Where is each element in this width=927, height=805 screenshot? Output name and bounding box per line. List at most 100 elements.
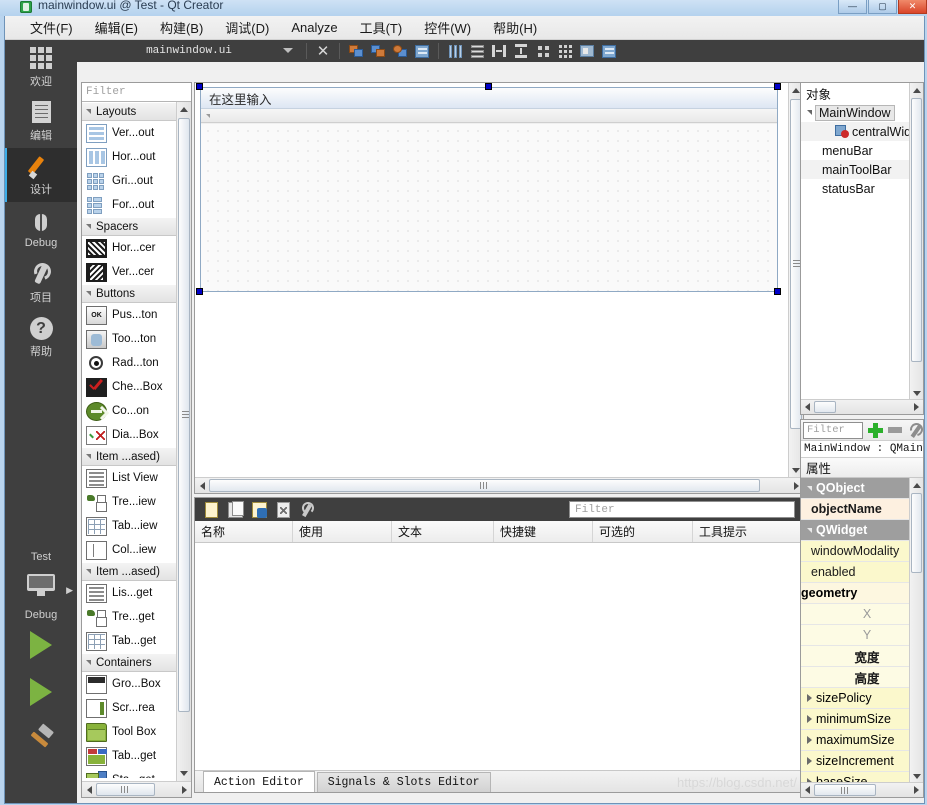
widget-item-group-box[interactable]: Gro...Box — [82, 672, 178, 696]
break-layout-button[interactable] — [576, 41, 598, 61]
widget-group-containers[interactable]: Containers — [82, 653, 178, 672]
widget-item-radio-button[interactable]: Rad...ton — [82, 351, 178, 375]
property-filter-input[interactable]: Filter — [803, 421, 864, 439]
widget-box-vertical-scrollbar[interactable] — [176, 102, 191, 781]
widget-item-list-widget[interactable]: Lis...get — [82, 581, 178, 605]
layout-vertically-button[interactable] — [466, 41, 488, 61]
widget-group-buttons[interactable]: Buttons — [82, 284, 178, 303]
mode-edit[interactable]: 编辑 — [5, 94, 77, 148]
form-menu-bar[interactable]: 在这里输入 — [201, 88, 777, 109]
object-inspector-vertical-scrollbar[interactable] — [909, 83, 923, 400]
tree-node-statusbar[interactable]: statusBar — [801, 179, 923, 198]
scrollbar-thumb[interactable] — [911, 493, 922, 573]
scroll-left-button[interactable] — [801, 786, 814, 794]
widget-item-table-view[interactable]: Tab...iew — [82, 514, 178, 538]
column-header-used[interactable]: 使用 — [293, 521, 392, 542]
action-editor-body[interactable] — [195, 543, 803, 771]
paste-action-button[interactable] — [247, 499, 271, 520]
open-file-combo[interactable]: mainwindow.ui — [77, 41, 301, 61]
tree-node-centralwidget[interactable]: centralWid — [801, 122, 923, 141]
widget-item-scroll-area[interactable]: Scr...rea — [82, 696, 178, 720]
scroll-up-button[interactable] — [910, 478, 923, 492]
property-row-x[interactable]: X — [801, 604, 923, 625]
widget-item-list-view[interactable]: List View — [82, 466, 178, 490]
tab-action-editor[interactable]: Action Editor — [203, 771, 315, 792]
widget-item-check-box[interactable]: Che...Box — [82, 375, 178, 399]
window-controls[interactable]: — ▢ ✕ — [837, 0, 927, 14]
scroll-right-button[interactable] — [177, 785, 191, 794]
start-debugging-button[interactable] — [5, 669, 77, 715]
column-header-text[interactable]: 文本 — [392, 521, 494, 542]
property-group-qwidget[interactable]: QWidget — [801, 520, 923, 541]
property-editor-vertical-scrollbar[interactable] — [909, 478, 923, 783]
widget-item-tool-button[interactable]: Too...ton — [82, 327, 178, 351]
scroll-left-button[interactable] — [82, 785, 96, 794]
scroll-up-button[interactable] — [177, 102, 191, 117]
form-canvas-area[interactable]: 在这里输入 — [194, 82, 804, 494]
edit-signals-slots-button[interactable] — [367, 41, 389, 61]
property-row-y[interactable]: Y — [801, 625, 923, 646]
object-tree[interactable]: MainWindow centralWid menuBar mainToolBa… — [801, 103, 923, 198]
minimize-button[interactable]: — — [838, 0, 867, 14]
property-row-width[interactable]: 宽度 — [801, 646, 923, 667]
menu-analyze[interactable]: Analyze — [280, 17, 348, 38]
build-button[interactable] — [5, 715, 77, 759]
widget-item-vertical-layout[interactable]: Ver...out — [82, 121, 178, 145]
menu-build[interactable]: 构建(B) — [149, 16, 214, 40]
widget-item-horizontal-spacer[interactable]: Hor...cer — [82, 236, 178, 260]
widget-group-layouts[interactable]: Layouts — [82, 102, 178, 121]
resize-handle-top-right[interactable] — [774, 83, 781, 90]
scroll-left-button[interactable] — [801, 403, 814, 411]
widget-item-form-layout[interactable]: For...out — [82, 193, 178, 217]
widget-item-push-button[interactable]: OK Pus...ton — [82, 303, 178, 327]
layout-form-button[interactable] — [532, 41, 554, 61]
scrollbar-thumb[interactable] — [178, 118, 190, 712]
widget-group-item-widgets[interactable]: Item ...ased) — [82, 562, 178, 581]
edit-tab-order-button[interactable] — [411, 41, 433, 61]
widget-box-filter[interactable]: Filter — [82, 83, 191, 102]
delete-action-button[interactable] — [271, 499, 295, 520]
widget-item-vertical-spacer[interactable]: Ver...cer — [82, 260, 178, 284]
layout-horizontally-button[interactable] — [444, 41, 466, 61]
scroll-down-button[interactable] — [910, 386, 923, 400]
kit-selector[interactable]: ▶ — [5, 563, 77, 607]
scroll-up-button[interactable] — [910, 83, 923, 97]
form-tool-bar[interactable] — [201, 109, 777, 123]
property-row-sizeincrement[interactable]: sizeIncrement — [801, 751, 923, 772]
menu-debug[interactable]: 调试(D) — [214, 16, 280, 40]
mode-welcome[interactable]: 欢迎 — [5, 40, 77, 94]
adjust-size-button[interactable] — [598, 41, 620, 61]
property-row-objectname[interactable]: objectName — [801, 499, 923, 520]
widget-item-tab-widget[interactable]: Tab...get — [82, 744, 178, 768]
scrollbar-thumb[interactable] — [96, 783, 155, 796]
scroll-left-button[interactable] — [195, 481, 209, 490]
layout-splitter-horizontal-button[interactable] — [488, 41, 510, 61]
property-row-maximumsize[interactable]: maximumSize — [801, 730, 923, 751]
widget-item-table-widget[interactable]: Tab...get — [82, 629, 178, 653]
property-row-windowmodality[interactable]: windowModality — [801, 541, 923, 562]
menu-tools[interactable]: 工具(T) — [349, 16, 414, 40]
remove-property-icon[interactable] — [888, 427, 903, 433]
widget-item-column-view[interactable]: Col...iew — [82, 538, 178, 562]
copy-action-button[interactable] — [223, 499, 247, 520]
tree-node-menubar[interactable]: menuBar — [801, 141, 923, 160]
form-central-widget[interactable] — [201, 124, 777, 291]
close-button[interactable]: ✕ — [898, 0, 927, 14]
new-action-button[interactable] — [199, 499, 223, 520]
column-header-checkable[interactable]: 可选的 — [593, 521, 693, 542]
widget-item-stacked-widget[interactable]: Sta...get — [82, 768, 178, 778]
column-header-name[interactable]: 名称 — [195, 521, 293, 542]
scroll-right-button[interactable] — [910, 786, 923, 794]
edit-widgets-button[interactable] — [345, 41, 367, 61]
widget-group-spacers[interactable]: Spacers — [82, 217, 178, 236]
mode-design[interactable]: 设计 — [5, 148, 77, 202]
form-main-window[interactable]: 在这里输入 — [200, 87, 778, 292]
column-header-shortcut[interactable]: 快捷键 — [494, 521, 593, 542]
edit-buddies-button[interactable] — [389, 41, 411, 61]
widget-group-item-views[interactable]: Item ...ased) — [82, 447, 178, 466]
mode-projects[interactable]: 项目 — [5, 256, 77, 310]
resize-handle-bottom-right[interactable] — [774, 288, 781, 295]
menu-help[interactable]: 帮助(H) — [482, 16, 548, 40]
menu-file[interactable]: 文件(F) — [19, 16, 84, 40]
property-row-sizepolicy[interactable]: sizePolicy — [801, 688, 923, 709]
